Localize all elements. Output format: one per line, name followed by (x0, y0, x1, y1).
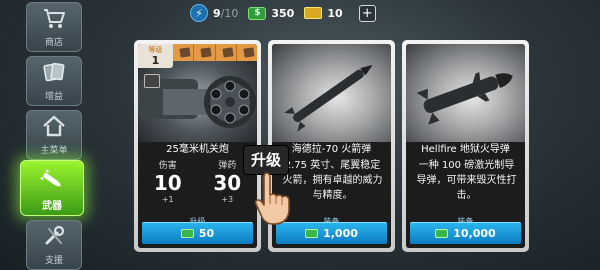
missile-image (416, 72, 513, 125)
cash-icon (305, 229, 319, 238)
gold-counter: 10 (304, 6, 343, 20)
weapon-card-autocannon[interactable]: 等级 1 25毫米机关炮 伤害 10 +1 弹药 30 +3 升级 50 (134, 40, 261, 252)
tier-pip (236, 44, 257, 61)
upgrade-button[interactable]: 50 (142, 222, 253, 244)
sidebar-item-label: 武器 (42, 201, 62, 212)
energy-max: /10 (220, 6, 239, 20)
sidebar-item-label: 增益 (44, 92, 63, 102)
cards-icon (43, 62, 65, 82)
cash-value: 350 (271, 6, 295, 20)
stat-increment: +1 (161, 195, 174, 204)
weapon-description: 2.75 英寸、尾翼稳定火箭，拥有卓越的威力与精度。 (282, 160, 383, 201)
rocket-image (284, 64, 373, 132)
weapon-image (272, 44, 391, 142)
price: 10,000 (453, 227, 496, 240)
level-badge: 等级 1 (138, 44, 173, 68)
pointing-hand-icon (254, 172, 290, 225)
sidebar-item-shop[interactable]: 商店 (26, 2, 82, 52)
weapon-image (406, 44, 525, 142)
tier-pip (194, 44, 216, 61)
energy-current: 9 (213, 6, 221, 20)
equip-button[interactable]: 10,000 (410, 222, 521, 244)
resource-bar: ⚡ 9/10 $ 350 10 + (190, 0, 376, 26)
gold-value: 10 (327, 6, 343, 20)
sidebar-item-support[interactable]: 支援 (26, 220, 82, 270)
weapon-title: 海德拉-70 火箭弹 (291, 144, 372, 155)
cash-icon (435, 229, 449, 238)
stat-increment: +3 (221, 195, 234, 204)
card-content: 等级 1 25毫米机关炮 伤害 10 +1 弹药 30 +3 升级 50 (138, 44, 257, 248)
upgrade-tier-bar (173, 44, 257, 61)
sidebar-item-label: 主菜单 (40, 146, 68, 156)
wrench-icon (45, 225, 65, 245)
energy-counter: ⚡ 9/10 (190, 4, 238, 22)
weapon-description: 一种 100 磅激光制导导弹，可带来毁灭性打击。 (416, 160, 517, 201)
stat-damage: 伤害 10 +1 (138, 158, 198, 204)
cash-icon: $ (248, 6, 267, 20)
cash-counter: $ 350 (248, 6, 295, 20)
cart-icon (44, 9, 65, 28)
sidebar: 商店 增益 主菜单 武器 支援 (0, 0, 90, 270)
cash-icon (180, 229, 194, 238)
weapon-title: Hellfire 地狱火导弹 (421, 144, 510, 155)
sidebar-item-label: 商店 (44, 38, 63, 48)
weapon-title: 25毫米机关炮 (166, 144, 229, 155)
sidebar-item-main-menu[interactable]: 主菜单 (26, 110, 82, 160)
lightning-icon: ⚡ (190, 4, 208, 22)
sidebar-item-boosts[interactable]: 增益 (26, 56, 82, 106)
card-content: Hellfire 地狱火导弹 一种 100 磅激光制导导弹，可带来毁灭性打击。 … (406, 44, 525, 248)
price: 1,000 (323, 227, 358, 240)
sidebar-item-weapons[interactable]: 武器 (20, 160, 84, 216)
tier-pip (215, 44, 237, 61)
stat-value: 10 (153, 171, 182, 195)
stat-value: 30 (213, 171, 242, 195)
sidebar-item-label: 支援 (44, 256, 63, 266)
price: 50 (198, 227, 215, 240)
gold-bar-icon (304, 7, 323, 19)
stat-name: 伤害 (158, 161, 177, 171)
missile-icon (39, 169, 62, 187)
add-currency-button[interactable]: + (358, 4, 376, 22)
tutorial-upgrade-callout: 升级 (244, 146, 289, 174)
tier-pip (173, 44, 195, 61)
home-icon (43, 115, 65, 137)
weapon-card-hellfire[interactable]: Hellfire 地狱火导弹 一种 100 磅激光制导导弹，可带来毁灭性打击。 … (402, 40, 529, 252)
cards-badge-icon (144, 74, 160, 88)
level-value: 1 (151, 54, 160, 67)
